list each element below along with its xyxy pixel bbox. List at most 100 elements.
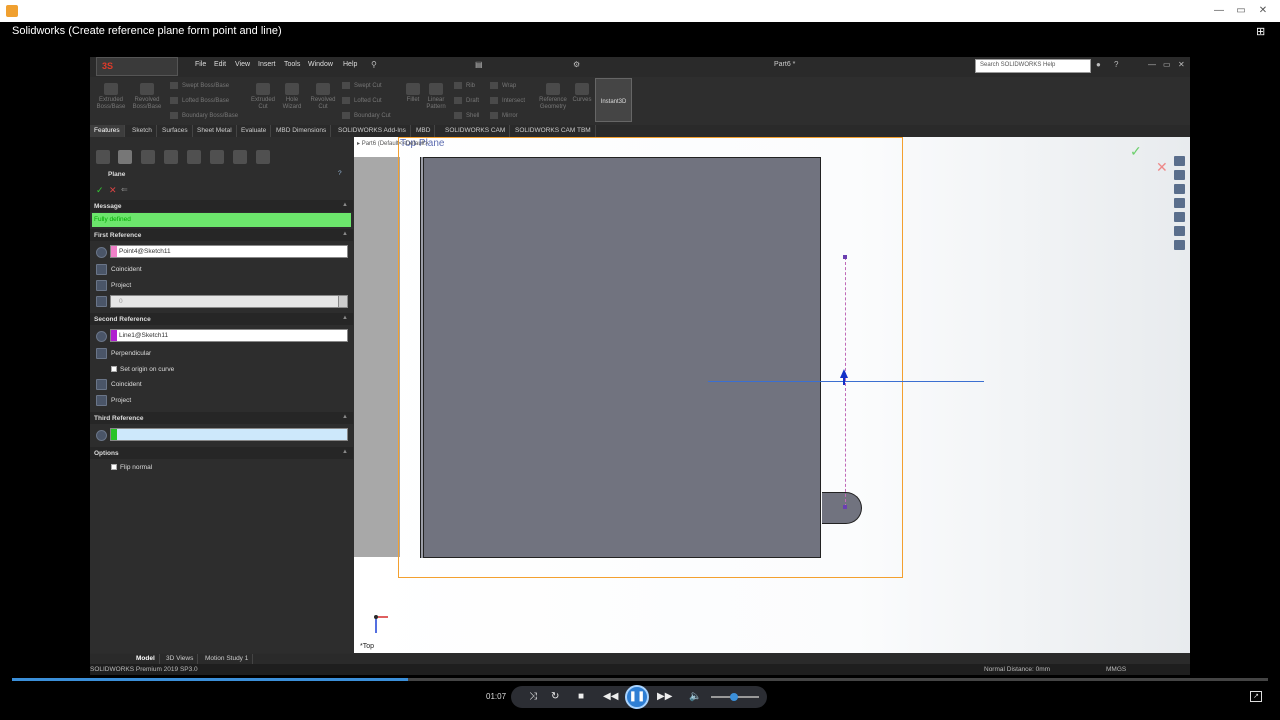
tab-features[interactable]: Features bbox=[90, 125, 125, 137]
library-icon[interactable] bbox=[1174, 198, 1185, 208]
collapse-chevron-icon[interactable]: ▲ bbox=[342, 202, 348, 208]
extruded-boss-button[interactable]: Extruded Boss/Base bbox=[94, 83, 128, 111]
mirror-button[interactable]: Mirror bbox=[490, 112, 518, 119]
shuffle-icon[interactable]: ⤨ bbox=[529, 691, 537, 702]
view-palette-icon[interactable] bbox=[1174, 240, 1185, 250]
project-icon-2[interactable] bbox=[96, 395, 107, 406]
close-icon[interactable]: ✕ bbox=[1252, 4, 1274, 18]
config-manager-icon[interactable] bbox=[141, 150, 155, 164]
collapse-chevron-icon[interactable]: ▲ bbox=[342, 315, 348, 321]
sketch-line[interactable] bbox=[708, 381, 984, 382]
collapse-chevron-icon[interactable]: ▲ bbox=[342, 449, 348, 455]
set-origin-checkbox[interactable] bbox=[111, 366, 117, 372]
intersect-button[interactable]: Intersect bbox=[490, 97, 525, 104]
menu-file[interactable]: File bbox=[195, 61, 206, 68]
appearance-icon[interactable] bbox=[1174, 212, 1185, 222]
tab-mbd-dimensions[interactable]: MBD Dimensions bbox=[272, 125, 332, 137]
tab-addins[interactable]: SOLIDWORKS Add-Ins bbox=[334, 125, 411, 137]
linear-pattern-button[interactable]: Linear Pattern bbox=[423, 83, 449, 111]
lofted-cut-button[interactable]: Lofted Cut bbox=[342, 97, 382, 104]
tab-cam-tbm[interactable]: SOLIDWORKS CAM TBM bbox=[511, 125, 596, 137]
sketch-point-2[interactable] bbox=[843, 505, 847, 509]
cam-feature-tree-icon[interactable] bbox=[210, 150, 224, 164]
folder-icon[interactable] bbox=[1174, 184, 1185, 194]
solidworks-logo[interactable]: 3S SOLIDWORKS bbox=[96, 57, 178, 88]
fillet-button[interactable]: Fillet bbox=[402, 83, 424, 104]
curves-button[interactable]: Curves bbox=[570, 83, 594, 104]
video-progress-bar[interactable] bbox=[12, 678, 1268, 681]
units-label[interactable]: MMGS bbox=[1106, 664, 1126, 675]
tab-motion-study[interactable]: Motion Study 1 bbox=[201, 654, 254, 664]
first-reference-selection[interactable]: Point4@Sketch11 bbox=[110, 245, 348, 258]
centerline[interactable] bbox=[845, 257, 846, 507]
confirm-check-icon[interactable]: ✓ bbox=[1130, 143, 1142, 160]
project-option-2[interactable]: Project bbox=[111, 397, 131, 404]
third-reference-selection[interactable] bbox=[110, 428, 348, 441]
rewind-icon[interactable]: ◀◀ bbox=[603, 691, 618, 702]
perpendicular-option[interactable]: Perpendicular bbox=[111, 350, 151, 357]
shell-button[interactable]: Shell bbox=[454, 112, 479, 119]
tab-evaluate[interactable]: Evaluate bbox=[237, 125, 272, 137]
boundary-cut-button[interactable]: Boundary Cut bbox=[342, 112, 391, 119]
minimize-icon[interactable]: — bbox=[1208, 4, 1230, 18]
volume-slider[interactable] bbox=[711, 693, 759, 701]
ok-check-icon[interactable]: ✓ bbox=[96, 185, 104, 196]
offset-input[interactable]: 0 bbox=[110, 295, 346, 308]
grid-icon[interactable]: ⊞ bbox=[1256, 25, 1270, 38]
pm-help-icon[interactable]: ? bbox=[338, 170, 342, 177]
display-manager-icon[interactable] bbox=[187, 150, 201, 164]
draft-button[interactable]: Draft bbox=[454, 97, 479, 104]
flip-normal-checkbox[interactable] bbox=[111, 464, 117, 470]
fast-forward-icon[interactable]: ▶▶ bbox=[657, 691, 672, 702]
cam-tool-tree-icon[interactable] bbox=[256, 150, 270, 164]
swept-boss-button[interactable]: Swept Boss/Base bbox=[170, 82, 229, 89]
menu-help[interactable]: Help bbox=[343, 61, 357, 68]
collapse-chevron-icon[interactable]: ▲ bbox=[342, 231, 348, 237]
hole-wizard-button[interactable]: Hole Wizard bbox=[277, 83, 307, 111]
properties-icon[interactable] bbox=[1174, 226, 1185, 236]
third-reference-header[interactable]: Third Reference ▲ bbox=[90, 412, 353, 424]
graphics-area[interactable]: Top Plane ▸ Part6 (Default<<Default> *To… bbox=[354, 137, 1190, 653]
second-reference-header[interactable]: Second Reference ▲ bbox=[90, 313, 353, 325]
tab-mbd[interactable]: MBD bbox=[412, 125, 436, 137]
tab-3d-views[interactable]: 3D Views bbox=[162, 654, 199, 664]
maximize-icon[interactable]: ▭ bbox=[1230, 4, 1252, 18]
coincident-option-2[interactable]: Coincident bbox=[111, 381, 142, 388]
print-icon[interactable]: ▤ bbox=[475, 60, 483, 69]
tab-model[interactable]: Model bbox=[132, 654, 160, 664]
cancel-x-icon[interactable]: ✕ bbox=[109, 185, 117, 196]
home-icon[interactable] bbox=[1174, 156, 1185, 166]
resources-icon[interactable] bbox=[1174, 170, 1185, 180]
menu-window[interactable]: Window bbox=[308, 61, 333, 68]
revolved-boss-button[interactable]: Revolved Boss/Base bbox=[130, 83, 164, 111]
tab-surfaces[interactable]: Surfaces bbox=[158, 125, 193, 137]
feature-tree-flyout[interactable]: ▸ Part6 (Default<<Default> bbox=[357, 140, 428, 147]
cancel-x-icon[interactable]: ✕ bbox=[1156, 159, 1168, 176]
perpendicular-icon[interactable] bbox=[96, 348, 107, 359]
menu-edit[interactable]: Edit bbox=[214, 61, 226, 68]
second-reference-selection[interactable]: Line1@Sketch11 bbox=[110, 329, 348, 342]
property-manager-icon[interactable] bbox=[118, 150, 132, 164]
tab-sketch[interactable]: Sketch bbox=[128, 125, 157, 137]
swept-cut-button[interactable]: Swept Cut bbox=[342, 82, 382, 89]
pushpin-icon[interactable]: ⇐ bbox=[121, 185, 128, 194]
user-icon[interactable]: ● bbox=[1096, 60, 1101, 69]
plane-preview[interactable] bbox=[398, 137, 903, 578]
revolved-cut-button[interactable]: Revolved Cut bbox=[306, 83, 340, 111]
instant3d-button[interactable]: Instant3D bbox=[595, 78, 632, 122]
boundary-boss-button[interactable]: Boundary Boss/Base bbox=[170, 112, 238, 119]
offset-spinner[interactable] bbox=[338, 295, 348, 308]
first-reference-header[interactable]: First Reference ▲ bbox=[90, 229, 353, 241]
menu-tools[interactable]: Tools bbox=[284, 61, 300, 68]
message-section-header[interactable]: Message ▲ bbox=[90, 200, 353, 212]
fullscreen-icon[interactable]: ↗ bbox=[1250, 691, 1262, 702]
wrap-button[interactable]: Wrap bbox=[490, 82, 516, 89]
reference-geometry-button[interactable]: Reference Geometry bbox=[536, 83, 570, 111]
coincident-option[interactable]: Coincident bbox=[111, 266, 142, 273]
project-icon[interactable] bbox=[96, 280, 107, 291]
collapse-chevron-icon[interactable]: ▲ bbox=[342, 414, 348, 420]
menu-view[interactable]: View bbox=[235, 61, 250, 68]
extruded-cut-button[interactable]: Extruded Cut bbox=[246, 83, 280, 111]
pin-icon[interactable]: ⚲ bbox=[371, 60, 377, 69]
project-option[interactable]: Project bbox=[111, 282, 131, 289]
